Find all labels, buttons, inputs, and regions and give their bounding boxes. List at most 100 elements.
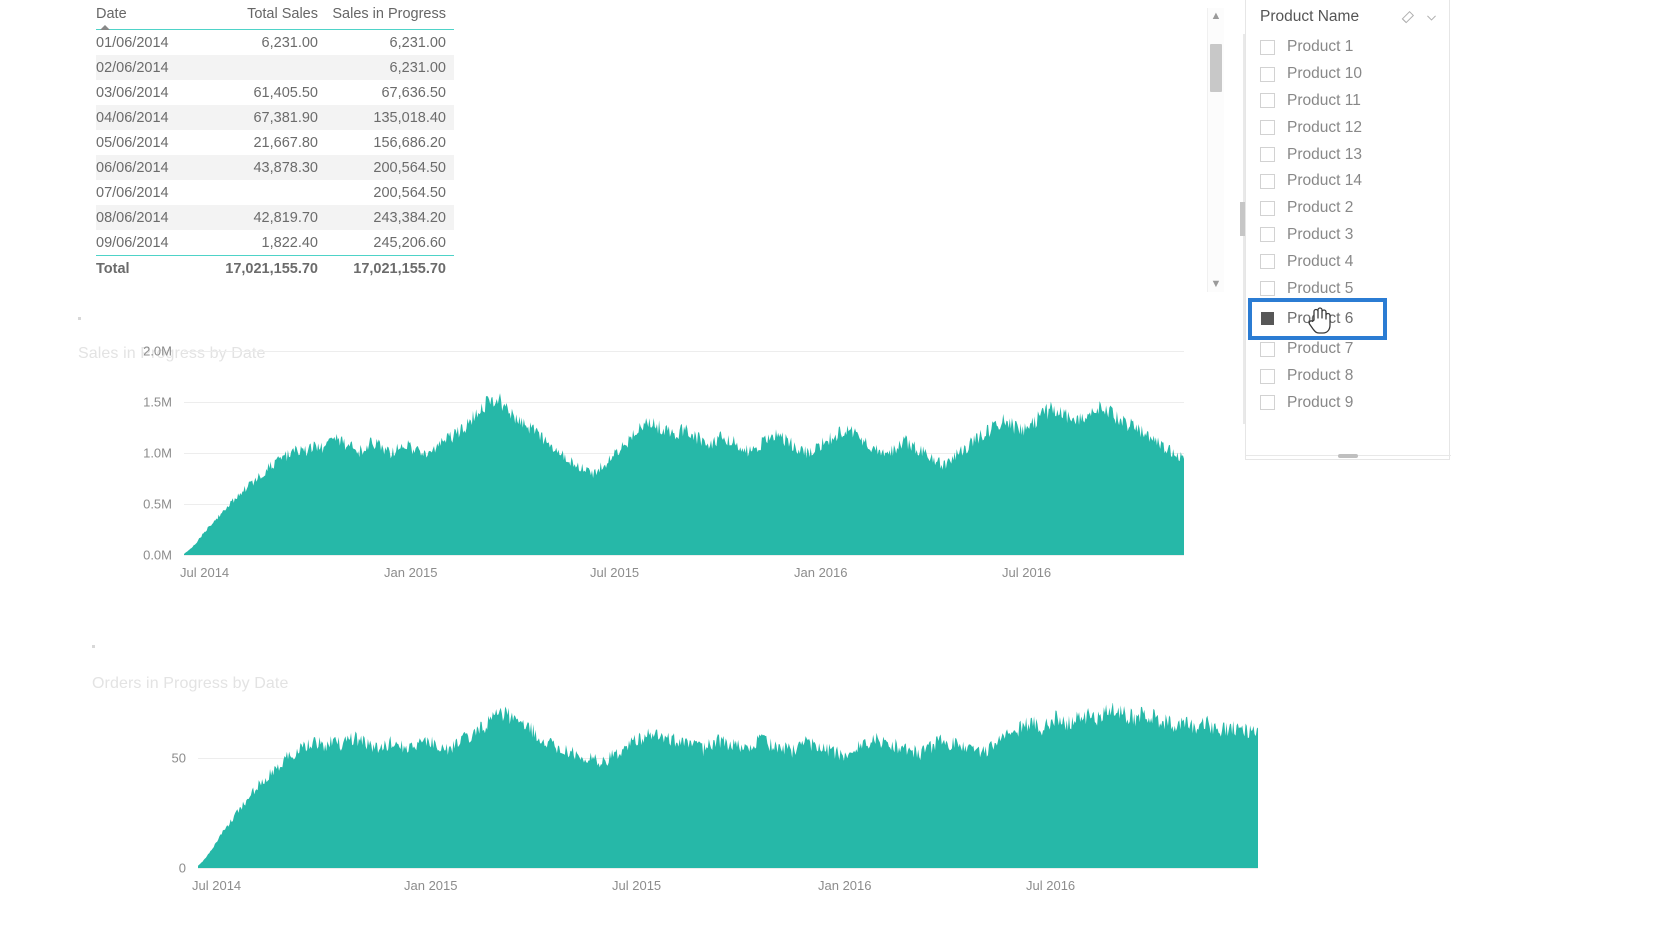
- cell-sales-in-progress: 245,206.60: [373, 234, 446, 251]
- table-row[interactable]: 04/06/2014 67,381.90 135,018.40: [96, 105, 454, 130]
- checkbox-icon[interactable]: [1260, 147, 1275, 163]
- table-row[interactable]: 05/06/2014 21,667.80 156,686.20: [96, 130, 454, 155]
- x-axis-tick-label: Jul 2016: [1002, 565, 1052, 580]
- table-row[interactable]: 07/06/2014 200,564.50: [96, 180, 454, 205]
- table-row[interactable]: 09/06/2014 1,822.40 245,206.60: [96, 230, 454, 256]
- table-row[interactable]: 06/06/2014 43,878.30 200,564.50: [96, 155, 454, 180]
- table-row[interactable]: 08/06/2014 42,819.70 243,384.20: [96, 205, 454, 230]
- checkbox-icon[interactable]: [1260, 227, 1275, 243]
- scroll-down-icon[interactable]: ▼: [1208, 276, 1224, 292]
- slicer-item-label: Product 1: [1287, 38, 1354, 56]
- cell-sales-in-progress: 6,231.00: [389, 59, 446, 76]
- cell-date: 08/06/2014: [96, 209, 169, 226]
- orders-in-progress-chart-visual[interactable]: Orders in Progress by Date 0 50 Jul 2014 J…: [60, 635, 1258, 935]
- slicer-item-label: Product 3: [1287, 225, 1354, 243]
- table-row[interactable]: 02/06/2014 6,231.00: [96, 55, 454, 80]
- sales-in-progress-chart-visual[interactable]: Sales in Progress by Date 0.0M 0.5M 1.0M 1.…: [60, 305, 1190, 615]
- slicer-item-label: Product 8: [1287, 367, 1354, 385]
- column-header-sales-in-progress[interactable]: Sales in Progress: [326, 6, 454, 30]
- y-axis-tick-label: 0.5M: [143, 496, 172, 512]
- chart-anchor-dot: [92, 645, 95, 648]
- cell-sales-in-progress: 156,686.20: [373, 134, 446, 151]
- checkbox-icon[interactable]: [1260, 281, 1275, 297]
- cell-total-sales: 43,878.30: [253, 159, 318, 176]
- checkbox-icon[interactable]: [1260, 200, 1275, 216]
- slicer-item-label: Product 2: [1287, 199, 1354, 217]
- slicer-item-label: Product 5: [1287, 279, 1354, 297]
- chart2-plot-area[interactable]: [198, 703, 1258, 868]
- cell-total-sales: 42,819.70: [253, 209, 318, 226]
- chevron-down-icon[interactable]: [1419, 5, 1443, 29]
- slicer-item-product-3[interactable]: Product 3: [1260, 222, 1449, 249]
- slicer-item-product-9[interactable]: Product 9: [1260, 390, 1449, 417]
- sales-detail-table-visual[interactable]: Date Total Sales Sales in Progress 01/06…: [96, 6, 1216, 298]
- total-total-sales: 17,021,155.70: [225, 260, 318, 277]
- scrollbar-thumb[interactable]: [1210, 44, 1222, 92]
- slicer-item-product-2[interactable]: Product 2: [1260, 195, 1449, 222]
- slicer-item-label: Product 7: [1287, 340, 1354, 358]
- checkbox-icon[interactable]: [1260, 173, 1275, 189]
- y-axis-tick-label: 2.0M: [143, 343, 172, 359]
- checkbox-icon[interactable]: [1260, 395, 1275, 411]
- scroll-up-icon[interactable]: ▲: [1208, 8, 1224, 24]
- slicer-item-label: Product 12: [1287, 118, 1362, 136]
- checkbox-icon[interactable]: [1260, 66, 1275, 82]
- cell-date: 09/06/2014: [96, 234, 169, 251]
- table-body: 01/06/2014 6,231.00 6,231.00 02/06/2014 6,23…: [96, 30, 454, 256]
- x-axis-tick-label: Jul 2016: [1026, 878, 1076, 893]
- slicer-item-product-8[interactable]: Product 8: [1260, 363, 1449, 390]
- slicer-item-product-5[interactable]: Product 5: [1260, 275, 1449, 302]
- slicer-resize-handle[interactable]: [1338, 454, 1358, 458]
- cell-date: 02/06/2014: [96, 59, 169, 76]
- checkbox-icon[interactable]: [1260, 93, 1275, 109]
- column-header-date-label: Date: [96, 6, 127, 22]
- cell-sales-in-progress: 200,564.50: [373, 184, 446, 201]
- cell-sales-in-progress: 67,636.50: [381, 84, 446, 101]
- slicer-item-product-13[interactable]: Product 13: [1260, 141, 1449, 168]
- table-row[interactable]: 03/06/2014 61,405.50 67,636.50: [96, 80, 454, 105]
- checkbox-icon[interactable]: [1260, 311, 1275, 327]
- slicer-item-product-11[interactable]: Product 11: [1260, 88, 1449, 115]
- slicer-item-product-4[interactable]: Product 4: [1260, 248, 1449, 275]
- cell-total-sales: 67,381.90: [253, 109, 318, 126]
- slicer-item-list[interactable]: Product 1 Product 10 Product 11 Product 12 P…: [1246, 34, 1449, 429]
- product-name-slicer[interactable]: Product Name Product 1 Product 10 Product …: [1245, 0, 1450, 460]
- slicer-item-product-6[interactable]: Product 6: [1248, 297, 1387, 340]
- cell-total-sales: 1,822.40: [261, 234, 318, 251]
- y-axis-tick-label: 0: [178, 860, 186, 876]
- cell-date: 05/06/2014: [96, 134, 169, 151]
- x-axis-tick-label: Jan 2015: [404, 878, 458, 893]
- checkbox-icon[interactable]: [1260, 341, 1275, 357]
- checkbox-icon[interactable]: [1260, 39, 1275, 55]
- x-axis-tick-label: Jan 2016: [794, 565, 848, 580]
- slicer-item-product-1[interactable]: Product 1: [1260, 34, 1449, 61]
- checkbox-icon[interactable]: [1260, 254, 1275, 270]
- table-vertical-scrollbar[interactable]: ▲ ▼: [1207, 8, 1224, 292]
- report-canvas: Date Total Sales Sales in Progress 01/06…: [0, 0, 1680, 936]
- y-axis-tick-label: 1.5M: [143, 394, 172, 410]
- cell-sales-in-progress: 200,564.50: [373, 159, 446, 176]
- checkbox-icon[interactable]: [1260, 368, 1275, 384]
- table-total-row: Total 17,021,155.70 17,021,155.70: [96, 255, 454, 282]
- column-header-date[interactable]: Date: [96, 6, 200, 30]
- x-axis-tick-label: Jan 2016: [818, 878, 872, 893]
- chart-anchor-dot: [78, 317, 81, 320]
- chart1-plot-area[interactable]: [184, 351, 1184, 555]
- slicer-item-product-10[interactable]: Product 10: [1260, 61, 1449, 88]
- x-axis-tick-label: Jul 2015: [590, 565, 640, 580]
- sales-detail-table[interactable]: Date Total Sales Sales in Progress 01/06…: [96, 6, 454, 281]
- slicer-item-product-7[interactable]: Product 7: [1260, 336, 1449, 363]
- gridline: [198, 868, 1258, 869]
- slicer-item-product-12[interactable]: Product 12: [1260, 114, 1449, 141]
- checkbox-icon[interactable]: [1260, 120, 1275, 136]
- y-axis-tick-label: 1.0M: [143, 445, 172, 461]
- cell-date: 04/06/2014: [96, 109, 169, 126]
- table-header: Date Total Sales Sales in Progress: [96, 6, 454, 30]
- table-row[interactable]: 01/06/2014 6,231.00 6,231.00: [96, 30, 454, 56]
- slicer-item-product-14[interactable]: Product 14: [1260, 168, 1449, 195]
- cell-sales-in-progress: 135,018.40: [373, 109, 446, 126]
- eraser-icon[interactable]: [1395, 5, 1419, 29]
- table-footer: Total 17,021,155.70 17,021,155.70: [96, 255, 454, 282]
- area-series-sales-in-progress-chart: [184, 393, 1184, 555]
- column-header-total-sales[interactable]: Total Sales: [200, 6, 326, 30]
